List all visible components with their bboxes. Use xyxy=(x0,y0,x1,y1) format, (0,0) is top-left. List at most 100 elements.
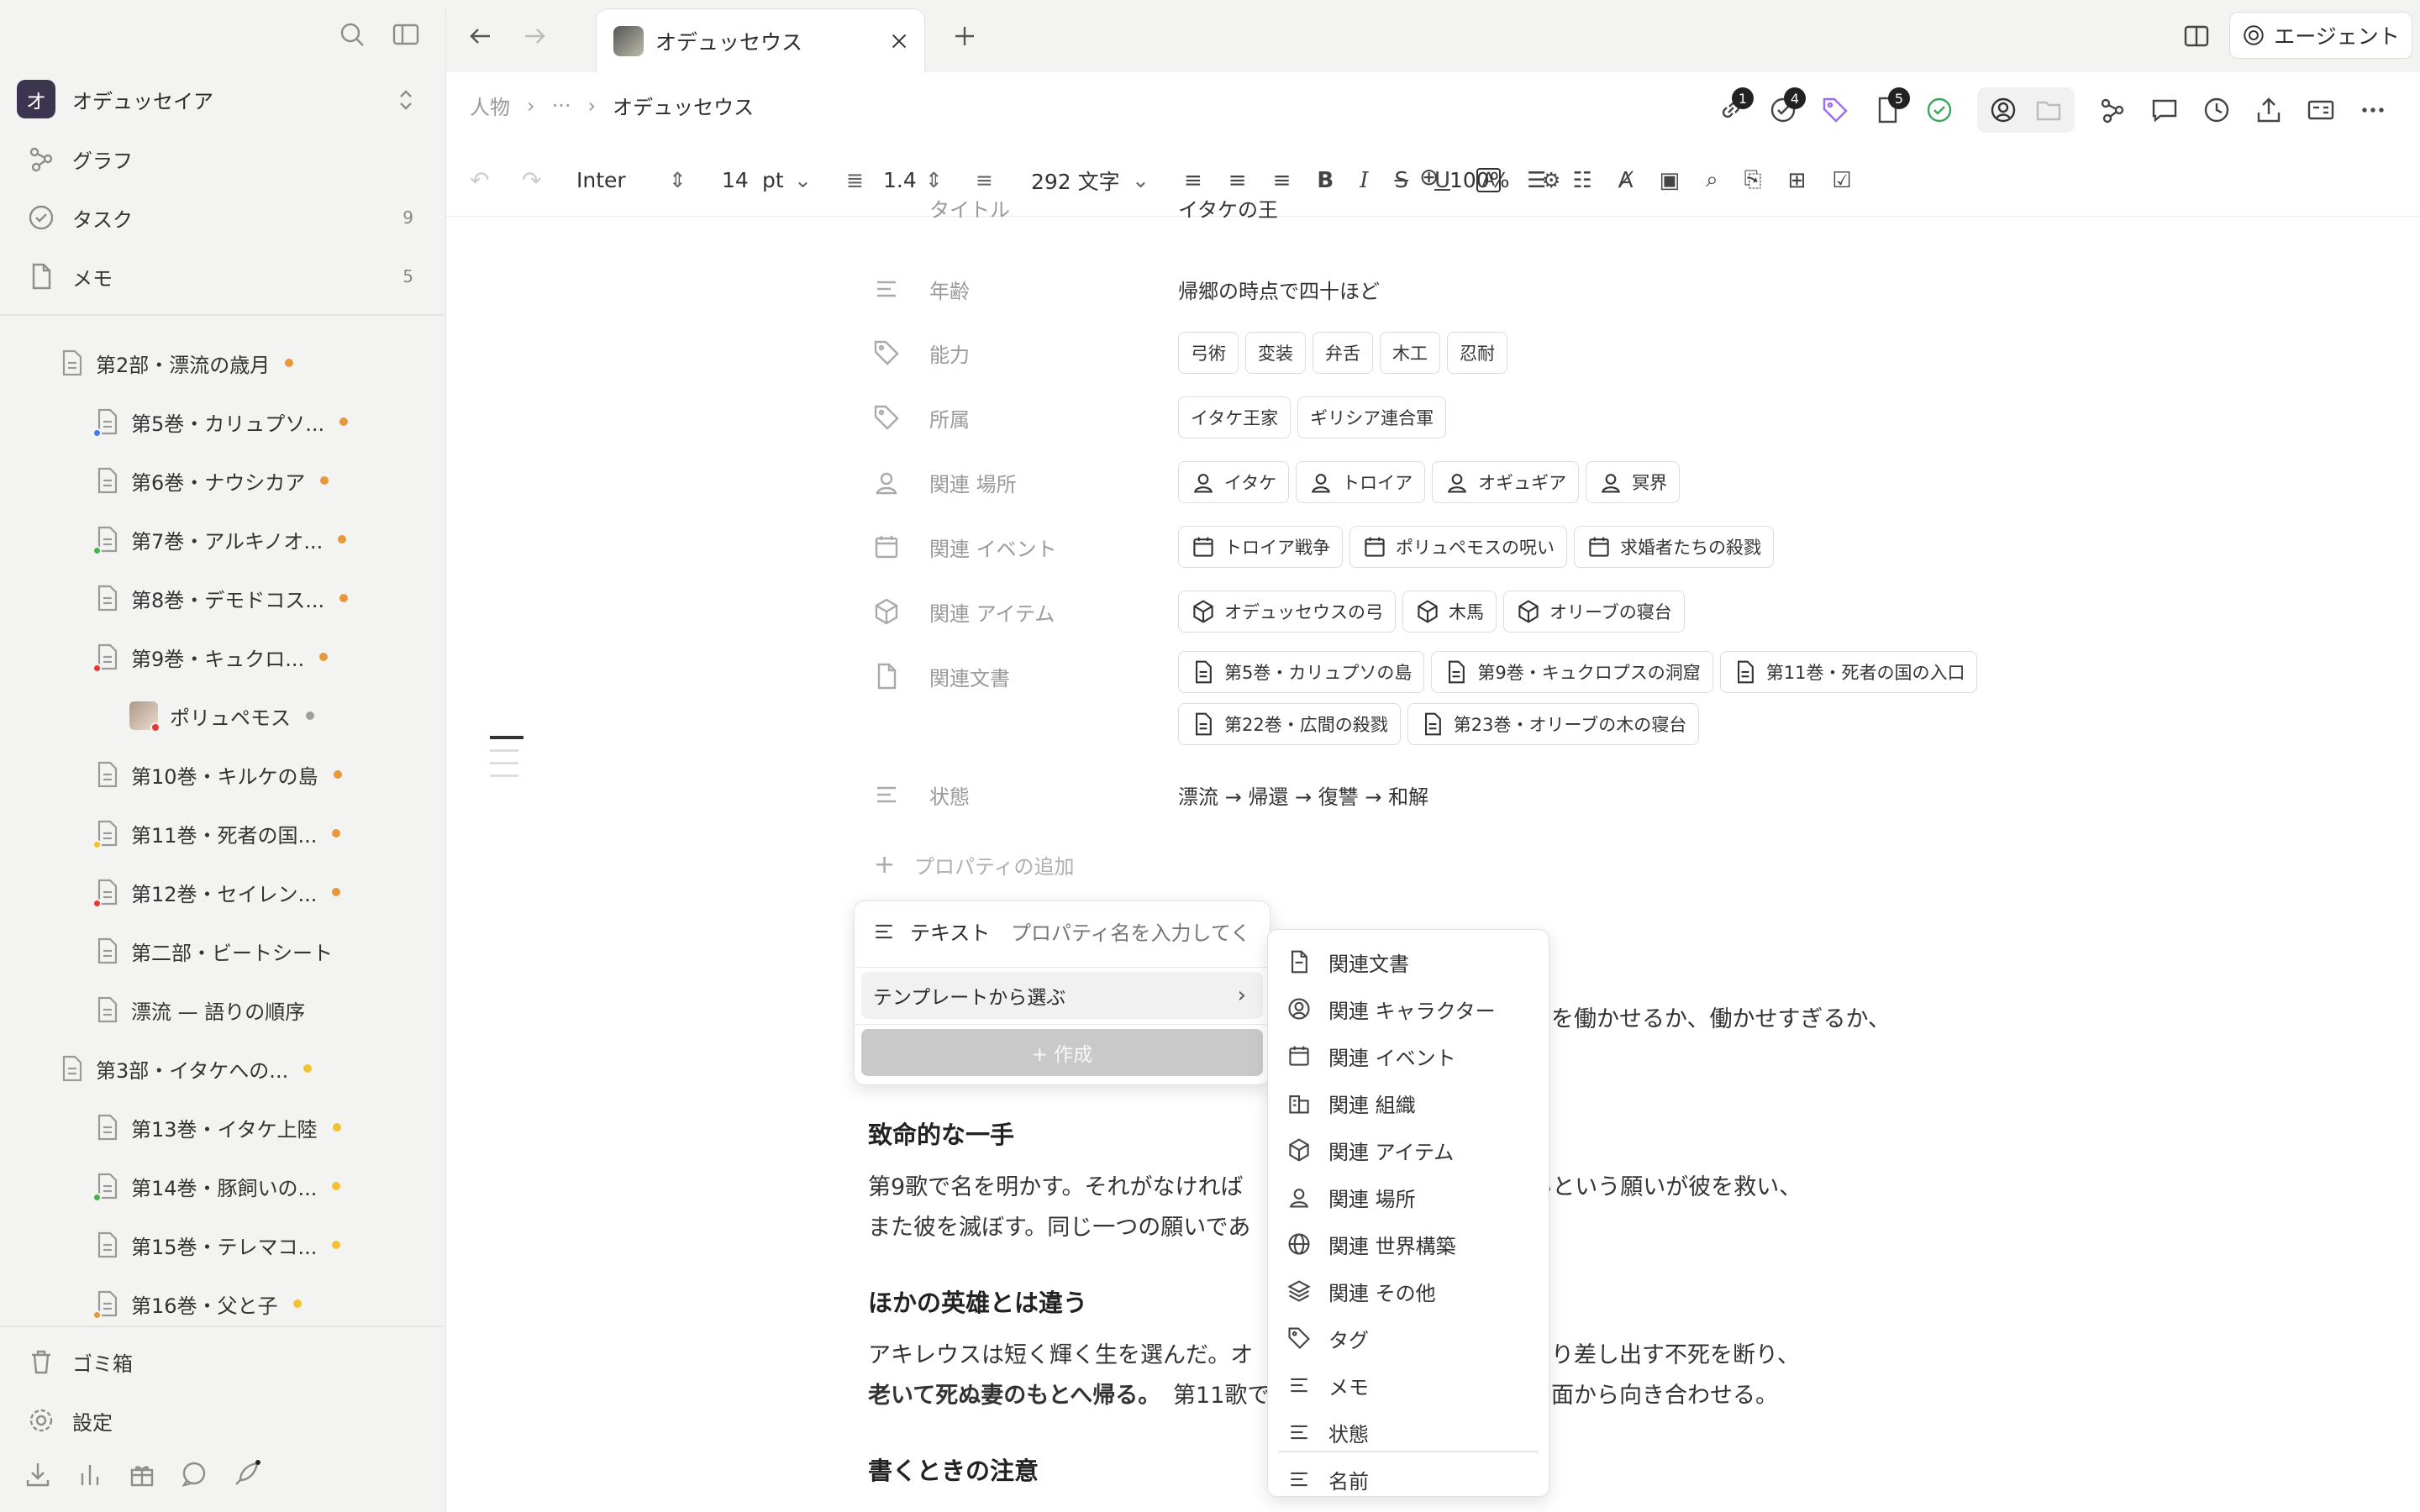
property-chip[interactable]: オデュッセウスの弓 xyxy=(1178,591,1396,633)
back-arrow-icon[interactable] xyxy=(466,22,495,50)
align-left-icon[interactable]: ≡ xyxy=(1184,168,1202,193)
id-card-icon[interactable] xyxy=(2307,96,2335,124)
tree-item[interactable]: 第8巻・デモドコス... xyxy=(96,575,349,622)
close-icon[interactable] xyxy=(887,29,911,53)
agent-button[interactable]: エージェント xyxy=(2229,12,2412,59)
chevron-down-icon[interactable]: ⌄ xyxy=(1132,168,1150,192)
property-chip[interactable]: 木馬 xyxy=(1402,591,1497,633)
property-chip[interactable]: 変装 xyxy=(1245,332,1306,374)
template-picker-item[interactable]: テンプレートから選ぶ › xyxy=(861,972,1263,1019)
align-justify-icon[interactable]: ≡ xyxy=(1273,168,1292,193)
undo-icon[interactable]: ↶ xyxy=(470,166,489,194)
tree-item[interactable]: 第9巻・キュクロ... xyxy=(92,633,329,680)
forward-arrow-icon[interactable] xyxy=(520,22,549,50)
template-menu-item[interactable]: 関連 その他 xyxy=(1286,1268,1436,1315)
align-icon[interactable]: ≡ xyxy=(976,168,993,192)
tree-item[interactable]: 第5巻・カリュプソ... xyxy=(92,398,349,445)
person-icon[interactable] xyxy=(1989,96,2018,124)
sidebar-item-settings[interactable]: 設定 xyxy=(27,1398,413,1443)
property-chip[interactable]: 第5巻・カリュプソの島 xyxy=(1178,651,1425,693)
property-chip[interactable]: ポリュペモスの呪い xyxy=(1349,526,1567,568)
share-icon[interactable] xyxy=(2254,96,2283,124)
property-type-select[interactable]: テキスト xyxy=(871,916,990,946)
comment-icon[interactable] xyxy=(2150,96,2179,124)
template-menu-item[interactable]: タグ xyxy=(1286,1315,1369,1362)
new-tab-plus-icon[interactable] xyxy=(950,22,979,50)
property-chip[interactable]: 弓術 xyxy=(1178,332,1239,374)
sidebar-toggle-icon[interactable] xyxy=(392,20,420,49)
tree-item[interactable]: 第11巻・死者の国... xyxy=(92,810,341,857)
sidebar-item-memos[interactable]: メモ 5 xyxy=(27,254,413,299)
template-menu-item[interactable]: メモ xyxy=(1286,1362,1369,1409)
stats-icon[interactable] xyxy=(76,1460,104,1488)
font-size-value[interactable]: 14 xyxy=(722,168,749,192)
line-height-value[interactable]: 1.4 xyxy=(883,168,917,192)
property-chip[interactable]: トロイア戦争 xyxy=(1178,526,1343,568)
template-menu-item[interactable]: 関連 場所 xyxy=(1286,1173,1416,1221)
clear-format-icon[interactable]: Ⱥ xyxy=(1618,168,1634,193)
sidebar-item-trash[interactable]: ゴミ箱 xyxy=(27,1339,413,1384)
property-chip[interactable]: 弁舌 xyxy=(1313,332,1373,374)
property-chip[interactable]: イタケ xyxy=(1178,461,1290,503)
split-view-icon[interactable] xyxy=(2182,22,2211,50)
checkbox-icon[interactable]: ☑ xyxy=(1832,168,1851,193)
gift-icon[interactable] xyxy=(128,1460,156,1488)
numbered-list-icon[interactable]: ☷ xyxy=(1572,168,1591,193)
add-property-button[interactable]: + プロパティの追加 xyxy=(865,839,1202,890)
tree-item[interactable]: 第14巻・豚飼いの... xyxy=(92,1163,341,1210)
bold-icon[interactable]: B xyxy=(1317,168,1334,193)
graph-icon[interactable] xyxy=(2098,96,2127,124)
search-icon[interactable] xyxy=(338,20,366,49)
property-value[interactable]: 帰郷の時点で四十ほど xyxy=(1178,275,2018,304)
property-chip[interactable]: 第11巻・死者の国の入口 xyxy=(1719,651,1978,693)
property-chip[interactable]: 木工 xyxy=(1380,332,1440,374)
sidebar-item-tasks[interactable]: タスク 9 xyxy=(27,195,413,240)
find-icon[interactable]: ⌕ xyxy=(1706,167,1718,193)
template-menu-item[interactable]: 関連 世界構築 xyxy=(1286,1221,1456,1268)
property-value[interactable]: イタケの王 xyxy=(1178,200,2018,223)
tree-item[interactable]: 第13巻・イタケ上陸 xyxy=(96,1104,341,1151)
tasks-button[interactable]: 4 xyxy=(1769,87,1806,124)
tree-item[interactable]: 第2部・漂流の歳月 xyxy=(60,339,294,386)
tree-item[interactable]: ポリュペモス xyxy=(129,692,314,739)
workspace-switcher[interactable]: オ オデュッセイア xyxy=(17,80,420,118)
property-chip[interactable]: ギリシア連合軍 xyxy=(1297,396,1447,438)
breadcrumb-root[interactable]: 人物 xyxy=(470,91,510,120)
zoom-level[interactable]: 100% xyxy=(1449,168,1509,192)
tree-item[interactable]: 第6巻・ナウシカア xyxy=(96,457,329,504)
font-family-select[interactable]: Inter xyxy=(576,168,626,192)
redo-icon[interactable]: ↷ xyxy=(522,166,541,194)
tree-item[interactable]: 漂流 — 語りの順序 xyxy=(96,986,305,1033)
embed-icon[interactable]: ⎘ xyxy=(1744,167,1762,193)
tree-item[interactable]: 第15巻・テレマコ... xyxy=(96,1221,341,1268)
italic-icon[interactable]: I xyxy=(1360,168,1368,193)
folder-icon[interactable] xyxy=(2034,96,2063,124)
template-menu-item[interactable]: 関連 アイテム xyxy=(1286,1126,1454,1173)
template-menu-item[interactable]: 状態 xyxy=(1286,1409,1369,1456)
property-chip[interactable]: イタケ王家 xyxy=(1178,396,1292,438)
property-chip[interactable]: オギュギア xyxy=(1432,461,1580,503)
template-menu-item[interactable]: 関連 組織 xyxy=(1286,1079,1416,1126)
tree-item[interactable]: 第10巻・キルケの島 xyxy=(96,751,342,798)
word-count[interactable]: 292 文字 xyxy=(1031,165,1120,196)
template-menu-item[interactable]: 名前 xyxy=(1286,1456,1369,1496)
property-chip[interactable]: 第22巻・広間の殺戮 xyxy=(1178,703,1401,745)
breadcrumb-ellipsis[interactable]: ··· xyxy=(552,94,571,118)
settings-sliders-icon[interactable]: ⚙ xyxy=(1542,168,1560,192)
download-icon[interactable] xyxy=(24,1460,52,1488)
more-icon[interactable] xyxy=(2359,96,2387,124)
template-menu-item[interactable]: 関連文書 xyxy=(1286,938,1409,985)
property-chip[interactable]: オリーブの寝台 xyxy=(1503,591,1685,633)
chevron-down-icon[interactable]: ⌄ xyxy=(794,168,812,192)
template-menu-item[interactable]: 関連 キャラクター xyxy=(1286,985,1496,1032)
text-box-icon[interactable]: ▣ xyxy=(1660,168,1681,193)
property-chip[interactable]: トロイア xyxy=(1296,461,1426,503)
outline-indicator[interactable] xyxy=(490,736,523,777)
property-chip[interactable]: 求婚者たちの殺戮 xyxy=(1574,526,1774,568)
sidebar-item-graph[interactable]: グラフ xyxy=(27,136,413,181)
template-menu-item[interactable]: 関連 イベント xyxy=(1286,1032,1456,1079)
strikethrough-icon[interactable]: S xyxy=(1395,168,1409,193)
tab-odysseus[interactable]: オデュッセウス xyxy=(596,8,925,72)
chat-icon[interactable] xyxy=(180,1460,208,1488)
property-chip[interactable]: 冥界 xyxy=(1586,461,1681,503)
